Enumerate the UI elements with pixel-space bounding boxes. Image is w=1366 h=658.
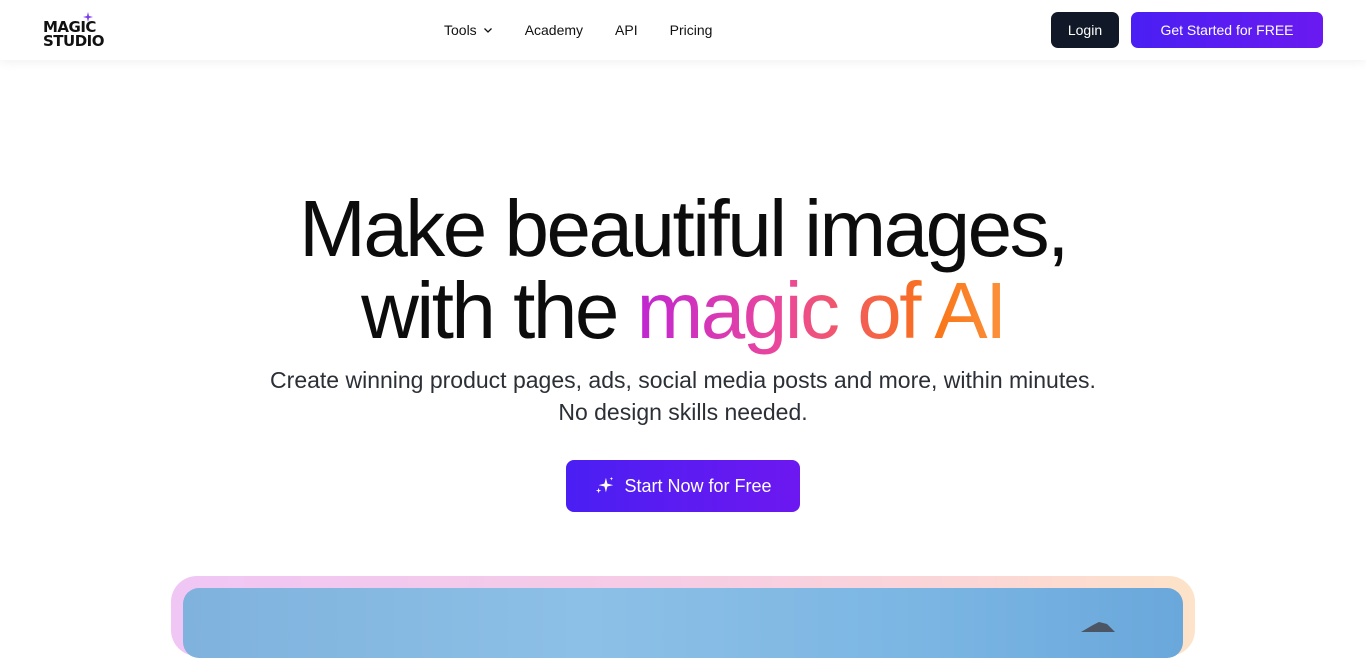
logo-text-line2: STUDIO: [43, 32, 105, 50]
nav-item-academy-label: Academy: [524, 22, 584, 38]
preview-image: [183, 588, 1183, 658]
nav-item-api-label: API: [615, 22, 638, 38]
main-nav: Tools Academy API Pricing: [444, 20, 712, 40]
nav-item-tools-label: Tools: [444, 22, 477, 38]
nav-item-pricing[interactable]: Pricing: [670, 20, 713, 40]
start-now-label: Start Now for Free: [624, 475, 772, 496]
chevron-down-icon: [483, 28, 492, 33]
sparkle-icon: [83, 12, 93, 22]
sparkles-icon: [596, 476, 614, 494]
nav-item-api[interactable]: API: [615, 20, 638, 40]
top-navbar: MAGIC STUDIO Tools Academy API Pricing L…: [0, 0, 1366, 60]
mountain-silhouette: [1081, 622, 1115, 632]
hero-title-plain: with the: [361, 266, 619, 355]
hero-title-gradient: magic of AI: [636, 266, 1008, 355]
hero-title-line1: Make beautiful images,: [299, 184, 1069, 273]
nav-item-tools[interactable]: Tools: [444, 20, 493, 40]
get-started-button[interactable]: Get Started for FREE: [1131, 12, 1323, 48]
login-button[interactable]: Login: [1051, 12, 1119, 48]
hero-title-line2: with the magic of AI: [0, 270, 1366, 352]
hero-subtitle-line1: Create winning product pages, ads, socia…: [270, 367, 1096, 393]
nav-item-academy[interactable]: Academy: [525, 20, 583, 40]
start-now-button[interactable]: Start Now for Free: [566, 460, 800, 512]
nav-item-pricing-label: Pricing: [669, 22, 713, 38]
hero-subtitle-line2: No design skills needed.: [558, 399, 808, 425]
magic-studio-logo[interactable]: MAGIC STUDIO: [43, 12, 113, 50]
